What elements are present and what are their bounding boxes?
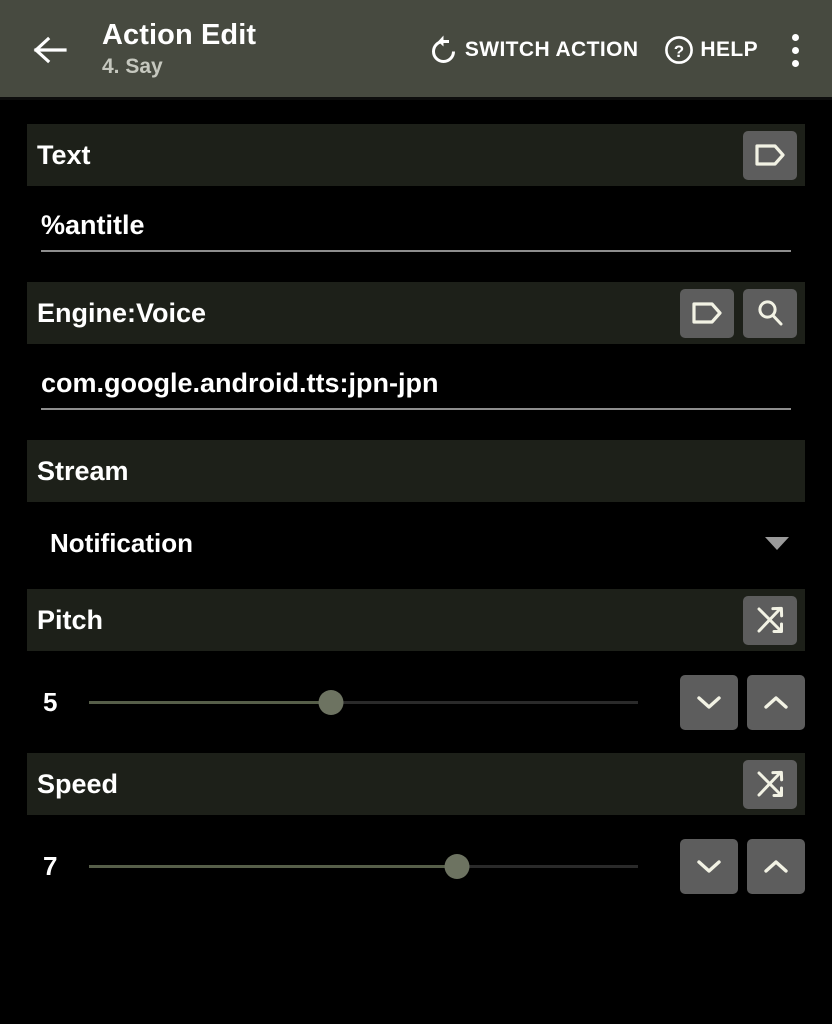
section-title-engine-voice: Engine:Voice [37,297,207,328]
section-header-pitch: Pitch [27,589,805,652]
shuffle-icon [757,606,784,634]
speed-increment-button[interactable] [747,838,805,894]
speed-shuffle-button[interactable] [743,759,797,809]
section-header-speed: Speed [27,753,805,816]
chevron-up-icon [764,696,788,709]
rotate-ccw-icon [431,35,455,63]
tag-icon [692,302,722,324]
engine-voice-tag-button[interactable] [680,288,734,338]
text-tag-button[interactable] [743,130,797,180]
arrow-left-icon [33,36,67,64]
stream-selected-value: Notification [50,528,193,559]
tag-icon [755,144,785,166]
question-circle-icon: ? [665,36,694,64]
chevron-up-icon [764,860,788,873]
engine-voice-search-button[interactable] [743,288,797,338]
app-bar: Action Edit 4. Say SWITCH ACTION ? HELP [0,0,832,100]
pitch-slider-row: 5 [27,651,805,753]
section-title-speed: Speed [37,768,119,799]
speed-slider-thumb[interactable] [444,854,470,880]
section-title-text: Text [37,139,91,170]
pitch-slider-thumb[interactable] [318,690,344,716]
pitch-increment-button[interactable] [747,674,805,730]
pitch-shuffle-button[interactable] [743,595,797,645]
section-actions-text [743,130,797,180]
speed-decrement-button[interactable] [680,838,738,894]
pitch-stepper [680,674,805,730]
section-actions-speed [743,759,797,809]
more-vertical-icon [791,33,799,41]
engine-voice-value-row[interactable]: com.google.android.tts:jpn-jpn [41,344,791,411]
section-header-text: Text [27,124,805,186]
speed-stepper [680,838,805,894]
help-button[interactable]: ? HELP [662,31,760,69]
more-vertical-icon-dot2 [791,46,799,54]
svg-text:?: ? [674,42,684,61]
text-input-value[interactable]: %antitle [41,210,791,250]
overflow-menu-button[interactable] [776,24,814,76]
more-vertical-icon-dot3 [791,59,799,67]
settings-content: Text %antitle Engine:Voice com.google.an… [0,100,832,917]
chevron-down-icon [697,860,721,873]
section-actions-pitch [743,595,797,645]
page-title: Action Edit [102,19,257,52]
chevron-down-icon [765,537,789,551]
page-subtitle: 4. Say [102,54,163,78]
pitch-slider[interactable] [89,682,638,722]
back-button[interactable] [24,24,76,76]
help-label: HELP [700,38,758,61]
engine-voice-input-value[interactable]: com.google.android.tts:jpn-jpn [41,368,791,408]
section-header-stream: Stream [27,440,805,503]
pitch-value: 5 [43,686,58,717]
pitch-slider-fill [89,701,331,705]
switch-action-label: SWITCH ACTION [464,38,639,61]
section-actions-engine-voice [680,288,797,338]
stream-dropdown[interactable]: Notification [41,502,791,559]
section-header-engine-voice: Engine:Voice [27,282,805,345]
speed-slider[interactable] [89,846,638,886]
search-icon [758,300,783,326]
speed-value: 7 [43,850,58,881]
spacer-top [0,100,832,124]
chevron-down-icon [697,696,721,709]
section-title-pitch: Pitch [37,604,104,635]
shuffle-icon [757,770,784,798]
title-block: Action Edit 4. Say [102,20,256,80]
switch-action-button[interactable]: SWITCH ACTION [427,30,641,70]
pitch-decrement-button[interactable] [680,674,738,730]
text-value-row[interactable]: %antitle [41,186,791,253]
appbar-divider [0,97,832,100]
speed-slider-row: 7 [27,815,805,917]
speed-slider-fill [89,865,457,869]
section-title-stream: Stream [37,455,129,486]
